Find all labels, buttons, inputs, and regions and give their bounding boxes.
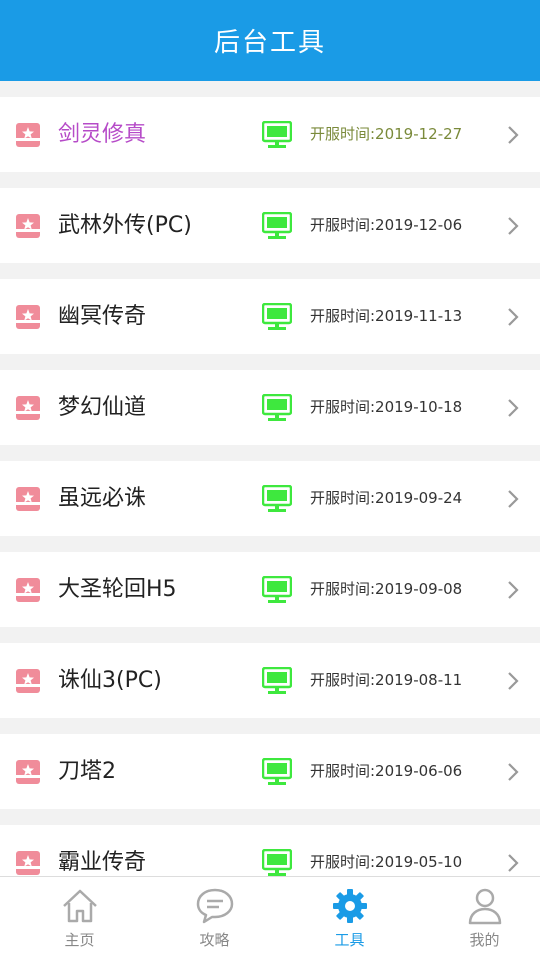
list-item[interactable]: 幽冥传奇 开服时间:2019-11-13 xyxy=(0,279,540,354)
star-tag-icon xyxy=(16,305,40,329)
chevron-right-icon xyxy=(506,853,520,873)
list-item[interactable]: 虽远必诛 开服时间:2019-09-24 xyxy=(0,461,540,536)
game-name: 诛仙3(PC) xyxy=(58,668,162,693)
chevron-right-icon xyxy=(506,307,520,327)
monitor-icon xyxy=(261,302,293,331)
monitor-icon xyxy=(261,666,293,695)
monitor-icon xyxy=(261,575,293,604)
tab-home[interactable]: 主页 xyxy=(12,877,147,960)
server-open-date: 开服时间:2019-12-06 xyxy=(310,216,463,234)
game-name: 幽冥传奇 xyxy=(58,304,147,329)
server-open-date: 开服时间:2019-12-27 xyxy=(310,125,463,143)
list-item[interactable]: 霸业传奇 开服时间:2019-05-10 xyxy=(0,825,540,876)
game-name: 梦幻仙道 xyxy=(58,395,147,420)
server-open-date: 开服时间:2019-11-13 xyxy=(310,307,463,325)
list-item[interactable]: 刀塔2 开服时间:2019-06-06 xyxy=(0,734,540,809)
list-item[interactable]: 剑灵修真 开服时间:2019-12-27 xyxy=(0,97,540,172)
tab-label: 我的 xyxy=(469,931,500,949)
home-icon xyxy=(61,887,99,925)
chevron-right-icon xyxy=(506,398,520,418)
game-name: 剑灵修真 xyxy=(58,122,147,147)
star-tag-icon xyxy=(16,851,40,875)
star-tag-icon xyxy=(16,487,40,511)
star-tag-icon xyxy=(16,669,40,693)
monitor-icon xyxy=(261,848,293,876)
gear-icon xyxy=(331,887,369,925)
star-tag-icon xyxy=(16,396,40,420)
tab-label: 攻略 xyxy=(199,931,230,949)
chevron-right-icon xyxy=(506,125,520,145)
tab-user[interactable]: 我的 xyxy=(417,877,540,960)
user-icon xyxy=(466,887,504,925)
app-header: 后台工具 xyxy=(0,0,540,81)
server-open-date: 开服时间:2019-08-11 xyxy=(310,671,463,689)
list-item[interactable]: 大圣轮回H5 开服时间:2019-09-08 xyxy=(0,552,540,627)
chevron-right-icon xyxy=(506,216,520,236)
star-tag-icon xyxy=(16,578,40,602)
chat-bubble-icon xyxy=(196,887,234,925)
monitor-icon xyxy=(261,484,293,513)
monitor-icon xyxy=(261,211,293,240)
game-name: 刀塔2 xyxy=(58,759,116,784)
star-tag-icon xyxy=(16,214,40,238)
tab-chat-bubble[interactable]: 攻略 xyxy=(147,877,282,960)
bottom-tab-bar: 主页 攻略 工具 我的 xyxy=(0,876,540,960)
game-list: 剑灵修真 开服时间:2019-12-27 武林外传(PC) 开服时间:2019-… xyxy=(0,81,540,876)
tab-label: 工具 xyxy=(334,931,365,949)
chevron-right-icon xyxy=(506,671,520,691)
tab-gear[interactable]: 工具 xyxy=(282,877,417,960)
server-open-date: 开服时间:2019-06-06 xyxy=(310,762,463,780)
list-item[interactable]: 武林外传(PC) 开服时间:2019-12-06 xyxy=(0,188,540,263)
tab-label: 主页 xyxy=(64,931,95,949)
server-open-date: 开服时间:2019-10-18 xyxy=(310,398,463,416)
game-name: 武林外传(PC) xyxy=(58,213,192,238)
monitor-icon xyxy=(261,393,293,422)
chevron-right-icon xyxy=(506,580,520,600)
server-open-date: 开服时间:2019-05-10 xyxy=(310,853,463,871)
game-name: 大圣轮回H5 xyxy=(58,577,177,602)
game-name: 霸业传奇 xyxy=(58,850,147,875)
server-open-date: 开服时间:2019-09-24 xyxy=(310,489,463,507)
chevron-right-icon xyxy=(506,489,520,509)
list-item[interactable]: 梦幻仙道 开服时间:2019-10-18 xyxy=(0,370,540,445)
game-name: 虽远必诛 xyxy=(58,486,147,511)
monitor-icon xyxy=(261,757,293,786)
list-item[interactable]: 诛仙3(PC) 开服时间:2019-08-11 xyxy=(0,643,540,718)
monitor-icon xyxy=(261,120,293,149)
server-open-date: 开服时间:2019-09-08 xyxy=(310,580,463,598)
star-tag-icon xyxy=(16,760,40,784)
chevron-right-icon xyxy=(506,762,520,782)
star-tag-icon xyxy=(16,123,40,147)
page-title: 后台工具 xyxy=(213,28,326,58)
